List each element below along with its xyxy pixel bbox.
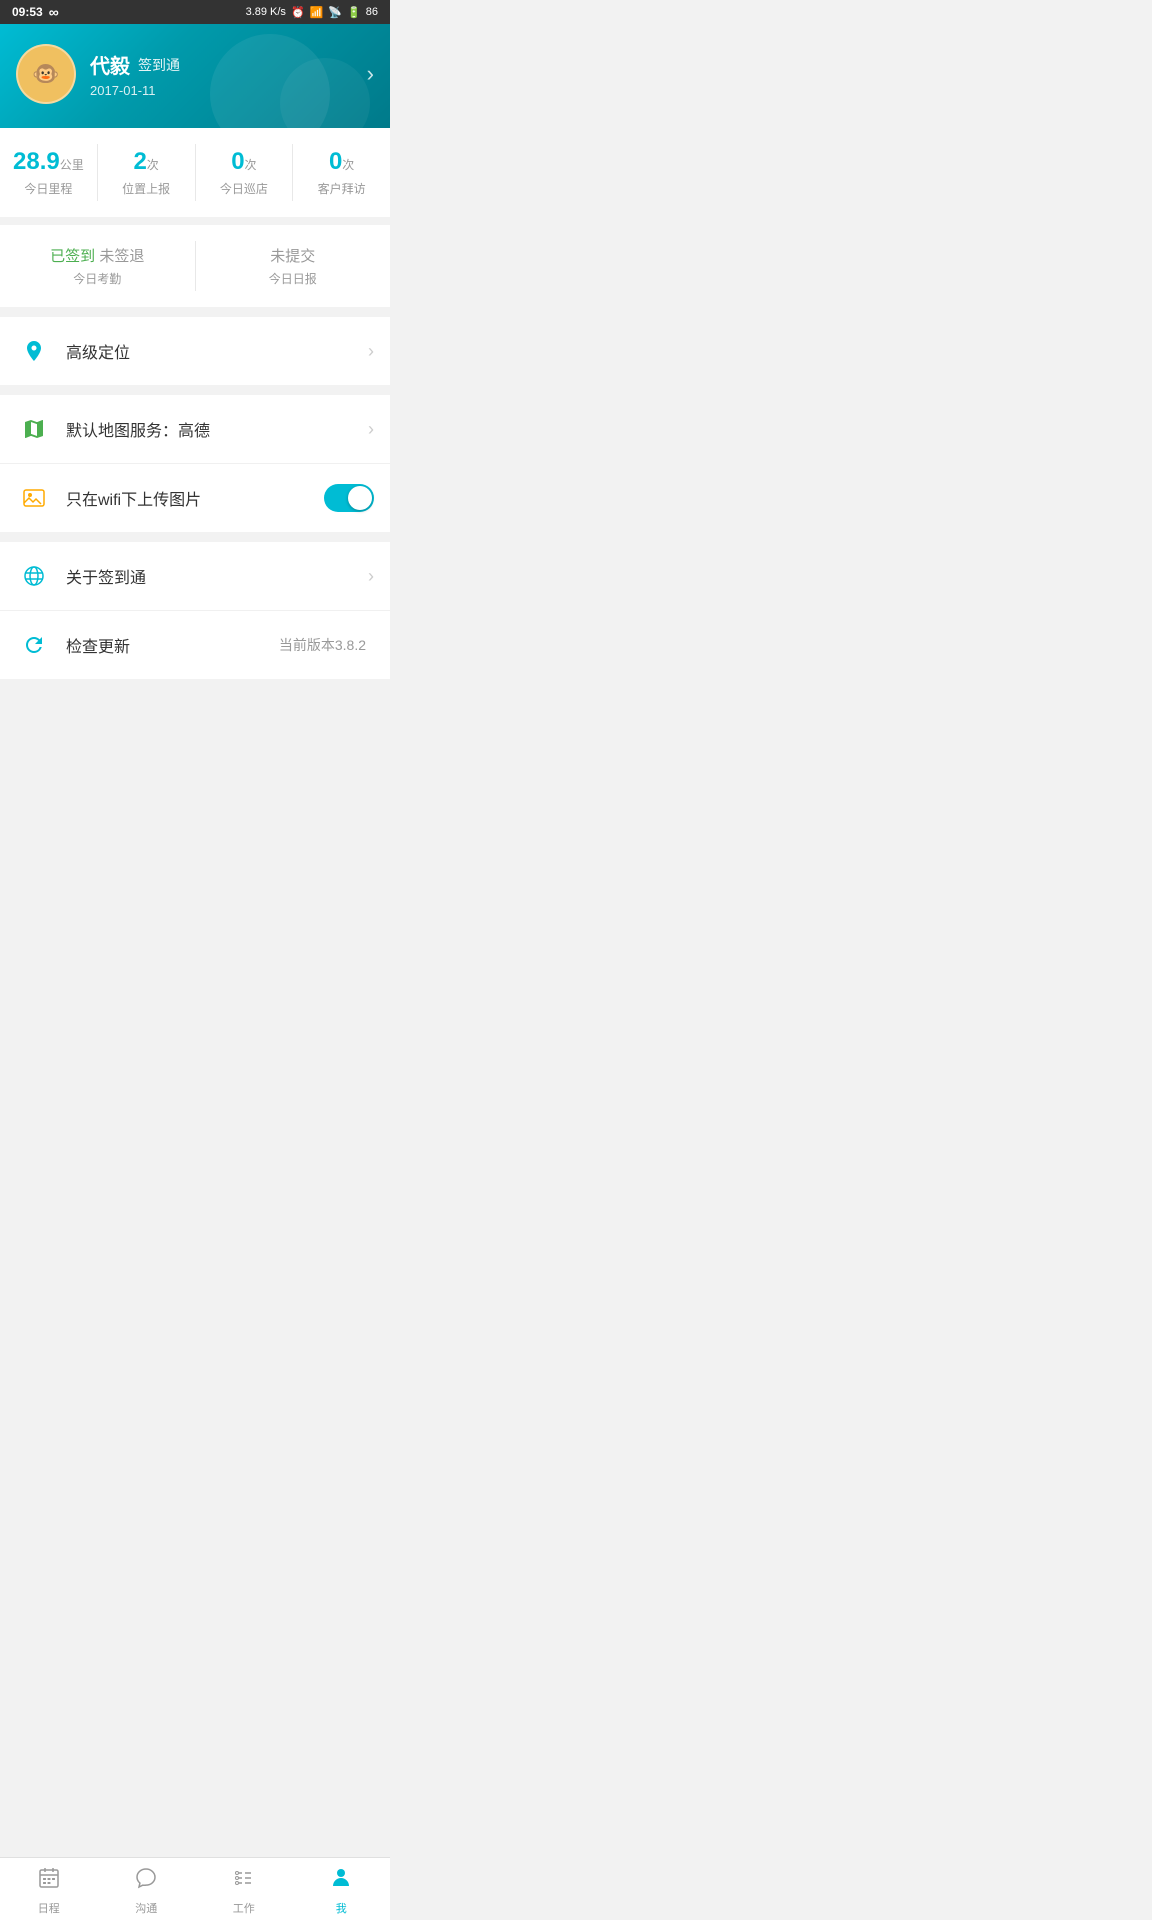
stat-distance: 28.9公里 今日里程	[0, 144, 98, 201]
stat-reports: 2次 位置上报	[98, 144, 196, 201]
user-name-row: 代毅 签到通	[90, 50, 180, 79]
bottom-nav: 日程 沟通 工作	[0, 1857, 390, 1920]
about-arrow-icon: ›	[368, 566, 374, 587]
stat-customers-label: 客户拜访	[293, 180, 390, 197]
signal-icon: 📡	[328, 6, 342, 19]
nav-item-work[interactable]: 工作	[195, 1866, 293, 1916]
attendance-section: 已签到 未签退 今日考勤 未提交 今日日报	[0, 225, 390, 307]
stat-reports-label: 位置上报	[98, 180, 195, 197]
header-arrow-icon[interactable]: ›	[367, 61, 374, 87]
menu-item-location[interactable]: 高级定位 ›	[0, 317, 390, 385]
signed-in-status: 已签到	[50, 248, 95, 265]
status-right: 3.89 K/s ⏰ 📶 📡 🔋 86	[246, 6, 378, 19]
work-icon	[232, 1866, 256, 1896]
infinity-icon: ∞	[49, 4, 59, 20]
battery-level: 86	[366, 6, 378, 18]
clock-icon: ⏰	[291, 6, 305, 19]
globe-icon	[16, 558, 52, 594]
map-label: 默认地图服务：高德	[66, 417, 368, 441]
stat-distance-value: 28.9公里	[0, 148, 97, 176]
wifi-upload-label: 只在wifi下上传图片	[66, 486, 324, 510]
update-label: 检查更新	[66, 633, 279, 657]
chat-icon	[134, 1866, 158, 1896]
menu-section-map: 默认地图服务：高德 › 只在wifi下上传图片	[0, 395, 390, 532]
refresh-icon	[16, 627, 52, 663]
attendance-today: 已签到 未签退 今日考勤	[0, 241, 196, 291]
location-label: 高级定位	[66, 339, 368, 363]
menu-item-map[interactable]: 默认地图服务：高德 ›	[0, 395, 390, 464]
wifi-icon: 📶	[310, 6, 324, 19]
location-arrow-icon: ›	[368, 341, 374, 362]
menu-section-about: 关于签到通 › 检查更新 当前版本3.8.2	[0, 542, 390, 679]
header-left: 🐵 代毅 签到通 2017-01-11	[16, 44, 180, 104]
nav-schedule-label: 日程	[38, 1900, 60, 1916]
nav-chat-label: 沟通	[135, 1900, 157, 1916]
battery-icon: 🔋	[347, 6, 361, 19]
nav-me-label: 我	[336, 1900, 347, 1916]
toggle-knob	[348, 486, 372, 510]
status-bar: 09:53 ∞ 3.89 K/s ⏰ 📶 📡 🔋 86	[0, 0, 390, 24]
stat-reports-value: 2次	[98, 148, 195, 176]
version-value: 当前版本3.8.2	[279, 635, 366, 655]
wifi-upload-toggle[interactable]	[324, 484, 374, 512]
stat-customers: 0次 客户拜访	[293, 144, 390, 201]
wifi-toggle-wrap	[324, 484, 374, 512]
network-speed: 3.89 K/s	[246, 6, 286, 18]
calendar-icon	[37, 1866, 61, 1896]
menu-item-update[interactable]: 检查更新 当前版本3.8.2	[0, 611, 390, 679]
user-info: 代毅 签到通 2017-01-11	[90, 50, 180, 98]
stat-customers-value: 0次	[293, 148, 390, 176]
report-status: 未提交	[196, 245, 391, 266]
menu-item-about[interactable]: 关于签到通 ›	[0, 542, 390, 611]
nav-item-chat[interactable]: 沟通	[98, 1866, 196, 1916]
location-icon	[16, 333, 52, 369]
image-icon	[16, 480, 52, 516]
user-header[interactable]: 🐵 代毅 签到通 2017-01-11 ›	[0, 24, 390, 128]
attendance-status: 已签到 未签退	[0, 245, 195, 266]
menu-section-location: 高级定位 ›	[0, 317, 390, 385]
stat-distance-label: 今日里程	[0, 180, 97, 197]
nav-item-me[interactable]: 我	[293, 1866, 391, 1916]
map-arrow-icon: ›	[368, 419, 374, 440]
map-icon	[16, 411, 52, 447]
nav-work-label: 工作	[233, 1900, 255, 1916]
user-date: 2017-01-11	[90, 83, 180, 98]
signed-out-status: 未签退	[99, 248, 144, 265]
avatar: 🐵	[16, 44, 76, 104]
stat-visits-label: 今日巡店	[196, 180, 293, 197]
about-label: 关于签到通	[66, 564, 368, 588]
menu-item-wifi-upload[interactable]: 只在wifi下上传图片	[0, 464, 390, 532]
report-label: 今日日报	[196, 270, 391, 287]
daily-report: 未提交 今日日报	[196, 241, 391, 291]
status-time: 09:53	[12, 5, 43, 19]
attendance-label: 今日考勤	[0, 270, 195, 287]
person-icon	[329, 1866, 353, 1896]
user-tag: 签到通	[138, 55, 180, 75]
user-name: 代毅	[90, 50, 130, 79]
nav-item-schedule[interactable]: 日程	[0, 1866, 98, 1916]
status-left: 09:53 ∞	[12, 4, 59, 20]
